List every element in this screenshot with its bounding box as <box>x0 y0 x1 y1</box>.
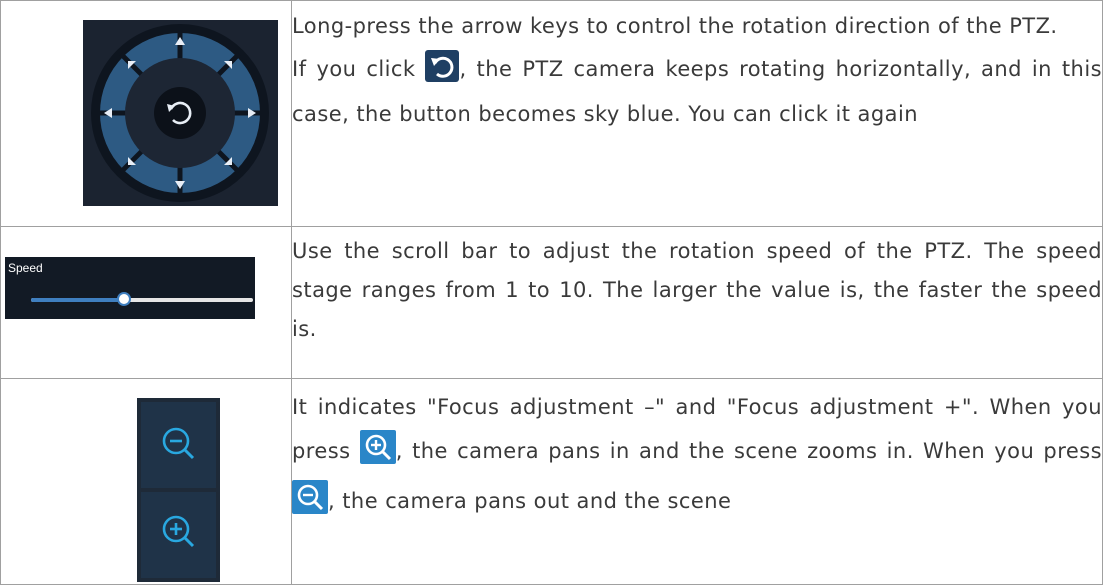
focus-text-2: , the camera pans in and the scene zooms… <box>395 439 1102 463</box>
zoom-in-button-image <box>141 492 216 578</box>
zoom-out-button-image <box>141 402 216 488</box>
focus-description-cell: It indicates "Focus adjustment –" and "F… <box>291 378 1103 585</box>
speed-slider-knob <box>117 292 131 306</box>
focus-text-3: , the camera pans out and the scene <box>328 489 732 513</box>
instruction-table: Long-press the arrow keys to control the… <box>0 0 1103 585</box>
table-row: Speed Use the scroll bar to adjust the r… <box>0 226 1103 379</box>
ptz-rotate-description: If you click , the PTZ camera keeps rota… <box>292 46 1102 134</box>
speed-label: Speed <box>8 261 43 275</box>
speed-image-cell: Speed <box>0 226 292 379</box>
speed-slider-fill <box>31 298 124 302</box>
ptz-image-cell <box>0 0 292 227</box>
speed-control-image: Speed <box>5 257 255 319</box>
ptz-arrow-description: Long-press the arrow keys to control the… <box>292 14 1058 38</box>
zoom-out-icon <box>292 480 328 529</box>
focus-description: It indicates "Focus adjustment –" and "F… <box>292 379 1102 529</box>
focus-control-image <box>137 398 220 582</box>
ptz-rotate-text-before: If you click <box>292 57 426 81</box>
ptz-control-image <box>83 20 278 206</box>
rotate-icon <box>425 50 460 95</box>
ptz-description-cell: Long-press the arrow keys to control the… <box>291 0 1103 227</box>
table-row: It indicates "Focus adjustment –" and "F… <box>0 378 1103 585</box>
table-row: Long-press the arrow keys to control the… <box>0 0 1103 227</box>
speed-description: Use the scroll bar to adjust the rotatio… <box>292 239 1102 341</box>
speed-description-cell: Use the scroll bar to adjust the rotatio… <box>291 226 1103 379</box>
zoom-in-icon <box>359 430 396 479</box>
focus-image-cell <box>0 378 292 585</box>
speed-slider-track <box>31 292 253 306</box>
